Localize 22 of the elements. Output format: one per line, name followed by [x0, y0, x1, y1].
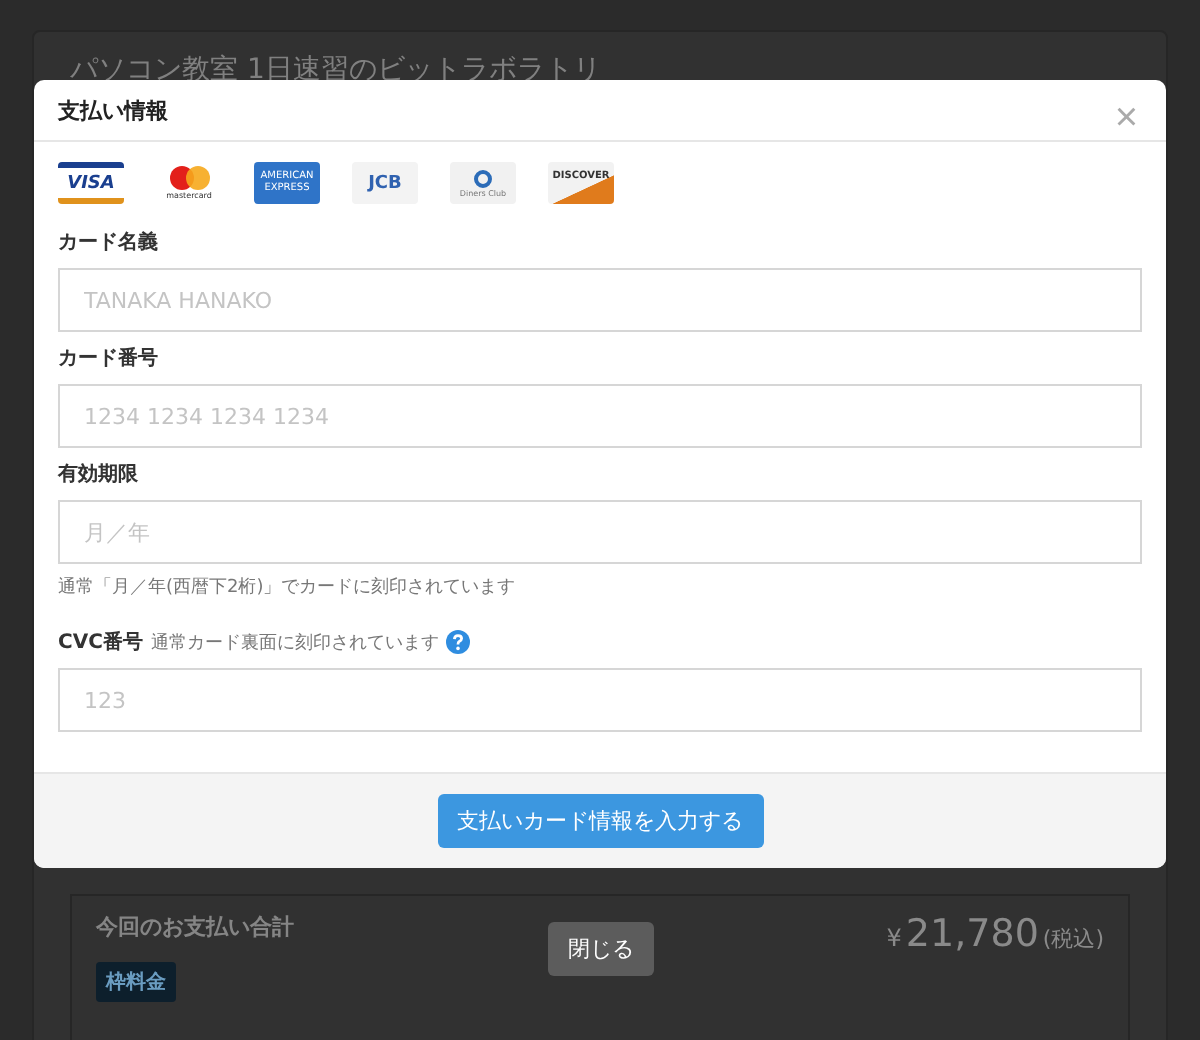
- input-field[interactable]: 月／年: [58, 500, 1142, 564]
- help-icon[interactable]: [446, 630, 471, 654]
- field-label: CVC番号: [58, 629, 143, 656]
- field-note: 通常カード裏面に刻印されています: [150, 631, 439, 655]
- card-logo: VISA: [58, 162, 124, 204]
- input-field[interactable]: TANAKA HANAKO: [58, 268, 1142, 332]
- input-field[interactable]: 123: [58, 668, 1142, 732]
- fee-badge: 枠料金: [96, 962, 176, 1002]
- card-logo: JCB: [352, 162, 418, 204]
- tax-note: (税込): [1042, 924, 1104, 954]
- field-label: 有効期限: [58, 461, 138, 488]
- currency-sign: ¥: [886, 924, 902, 952]
- submit-button[interactable]: 支払いカード情報を入力する: [437, 794, 763, 848]
- total-amount: 21,780: [905, 912, 1039, 956]
- dialog-title: 支払い情報: [58, 95, 168, 125]
- input-field[interactable]: 1234 1234 1234 1234: [58, 384, 1142, 448]
- total-label: 今回のお支払い合計: [96, 912, 294, 942]
- field-label: カード番号: [58, 345, 158, 372]
- close-button[interactable]: 閉じる: [548, 922, 654, 976]
- help-text: 通常「月／年(西暦下2桁)」でカードに刻印されています: [58, 575, 518, 600]
- field-label: カード名義: [58, 229, 158, 256]
- page-title: パソコン教室 1日速習のビットラボラトリ: [70, 52, 603, 88]
